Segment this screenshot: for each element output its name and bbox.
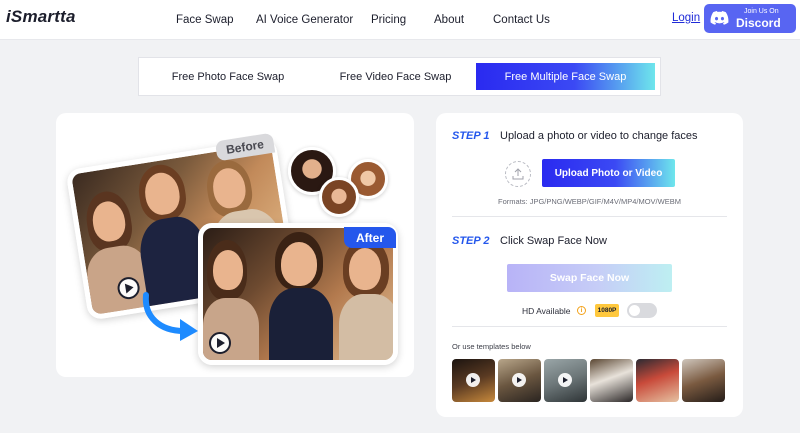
upload-drop-zone[interactable] [505, 161, 531, 187]
template-thumbnail-4[interactable] [590, 359, 633, 402]
template-thumbnail-5[interactable] [636, 359, 679, 402]
nav-ai-voice-generator[interactable]: AI Voice Generator [256, 0, 353, 40]
swap-panel: STEP 1 Upload a photo or video to change… [436, 113, 743, 417]
step2-title: Click Swap Face Now [500, 235, 607, 247]
play-icon [216, 338, 225, 348]
top-nav-bar: iSmartta Face Swap AI Voice Generator Pr… [0, 0, 800, 40]
play-icon [516, 377, 522, 383]
hd-toggle[interactable] [627, 303, 657, 318]
upload-photo-or-video-button[interactable]: Upload Photo or Video [542, 159, 675, 187]
discord-icon [710, 11, 729, 25]
discord-join-label: Join Us On [744, 8, 779, 15]
site-logo[interactable]: iSmartta [6, 7, 76, 27]
discord-button[interactable]: Join Us On Discord [704, 4, 796, 33]
templates-label: Or use templates below [452, 342, 531, 351]
face-avatar-3[interactable] [319, 177, 359, 217]
discord-name-label: Discord [736, 16, 781, 30]
preview-card: Before After [56, 113, 414, 377]
after-play-button[interactable] [209, 332, 231, 354]
step2-number: STEP 2 [452, 235, 490, 247]
divider [452, 216, 727, 217]
template-thumbnail-1[interactable] [452, 359, 495, 402]
swap-face-now-button[interactable]: Swap Face Now [507, 264, 672, 292]
template-play-button [466, 373, 480, 387]
template-play-button [558, 373, 572, 387]
play-icon [124, 283, 134, 294]
template-thumbnail-3[interactable] [544, 359, 587, 402]
play-icon [562, 377, 568, 383]
play-icon [470, 377, 476, 383]
info-icon[interactable]: i [577, 306, 586, 315]
nav-pricing[interactable]: Pricing [371, 0, 406, 40]
mode-tabs: Free Photo Face Swap Free Video Face Swa… [138, 57, 661, 96]
divider [452, 326, 727, 327]
nav-face-swap[interactable]: Face Swap [176, 0, 234, 40]
step1-number: STEP 1 [452, 130, 490, 142]
upload-icon [512, 168, 524, 180]
tab-video-face-swap[interactable]: Free Video Face Swap [317, 58, 474, 95]
supported-formats: Formats: JPG/PNG/WEBP/GIF/M4V/MP4/MOV/WE… [498, 197, 681, 206]
nav-about[interactable]: About [434, 0, 464, 40]
login-link[interactable]: Login [672, 12, 700, 24]
tab-photo-face-swap[interactable]: Free Photo Face Swap [139, 58, 317, 95]
after-badge: After [344, 227, 396, 248]
curved-arrow-icon [142, 292, 198, 341]
tab-multiple-face-swap[interactable]: Free Multiple Face Swap [476, 63, 655, 90]
nav-contact-us[interactable]: Contact Us [493, 0, 550, 40]
hd-available-label: HD Available [522, 306, 571, 316]
step1-title: Upload a photo or video to change faces [500, 130, 698, 142]
resolution-badge: 1080P [595, 304, 619, 317]
template-thumbnail-2[interactable] [498, 359, 541, 402]
template-play-button [512, 373, 526, 387]
toggle-knob [629, 305, 640, 316]
template-thumbnail-6[interactable] [682, 359, 725, 402]
